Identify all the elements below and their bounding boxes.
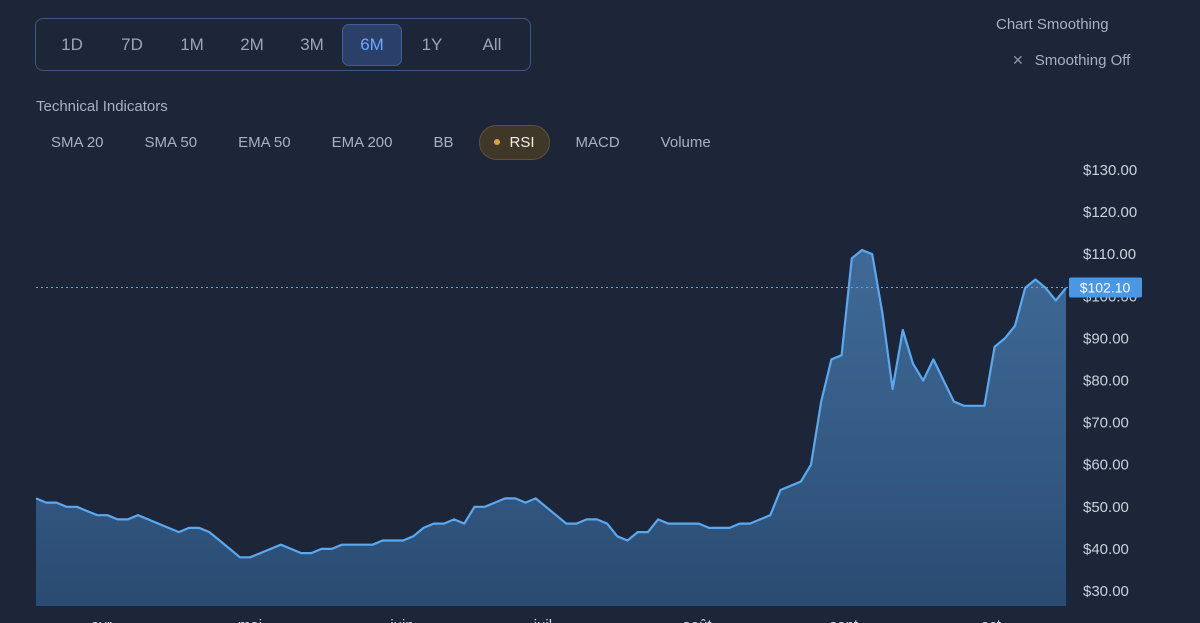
y-tick-label: $90.00 (1083, 330, 1129, 347)
current-price-label: $102.10 (1080, 279, 1131, 295)
y-tick-label: $110.00 (1083, 246, 1136, 263)
y-tick-label: $130.00 (1083, 162, 1137, 179)
x-tick-label: juil. (533, 617, 557, 623)
x-tick-label: sept. (830, 617, 863, 623)
x-tick-label: août (682, 617, 712, 623)
y-tick-label: $120.00 (1083, 204, 1137, 221)
x-tick-label: juin (389, 617, 413, 623)
y-tick-label: $40.00 (1083, 541, 1129, 558)
x-tick-label: avr. (91, 617, 115, 623)
x-axis: avr. mai juin juil. août sept. oct. (91, 617, 1005, 623)
y-tick-label: $30.00 (1083, 583, 1129, 600)
y-tick-label: $70.00 (1083, 415, 1129, 432)
current-price-marker: $102.10 (36, 277, 1142, 298)
x-tick-label: mai (238, 617, 262, 623)
plot-area (35, 248, 1067, 606)
x-tick-label: oct. (981, 617, 1005, 623)
y-tick-label: $50.00 (1083, 499, 1129, 516)
y-axis: $130.00$120.00$110.00$100.00$90.00$80.00… (1083, 162, 1137, 600)
y-tick-label: $60.00 (1083, 457, 1129, 474)
y-tick-label: $80.00 (1083, 373, 1129, 390)
price-chart[interactable]: $130.00$120.00$110.00$100.00$90.00$80.00… (0, 0, 1200, 623)
price-area (36, 250, 1066, 606)
